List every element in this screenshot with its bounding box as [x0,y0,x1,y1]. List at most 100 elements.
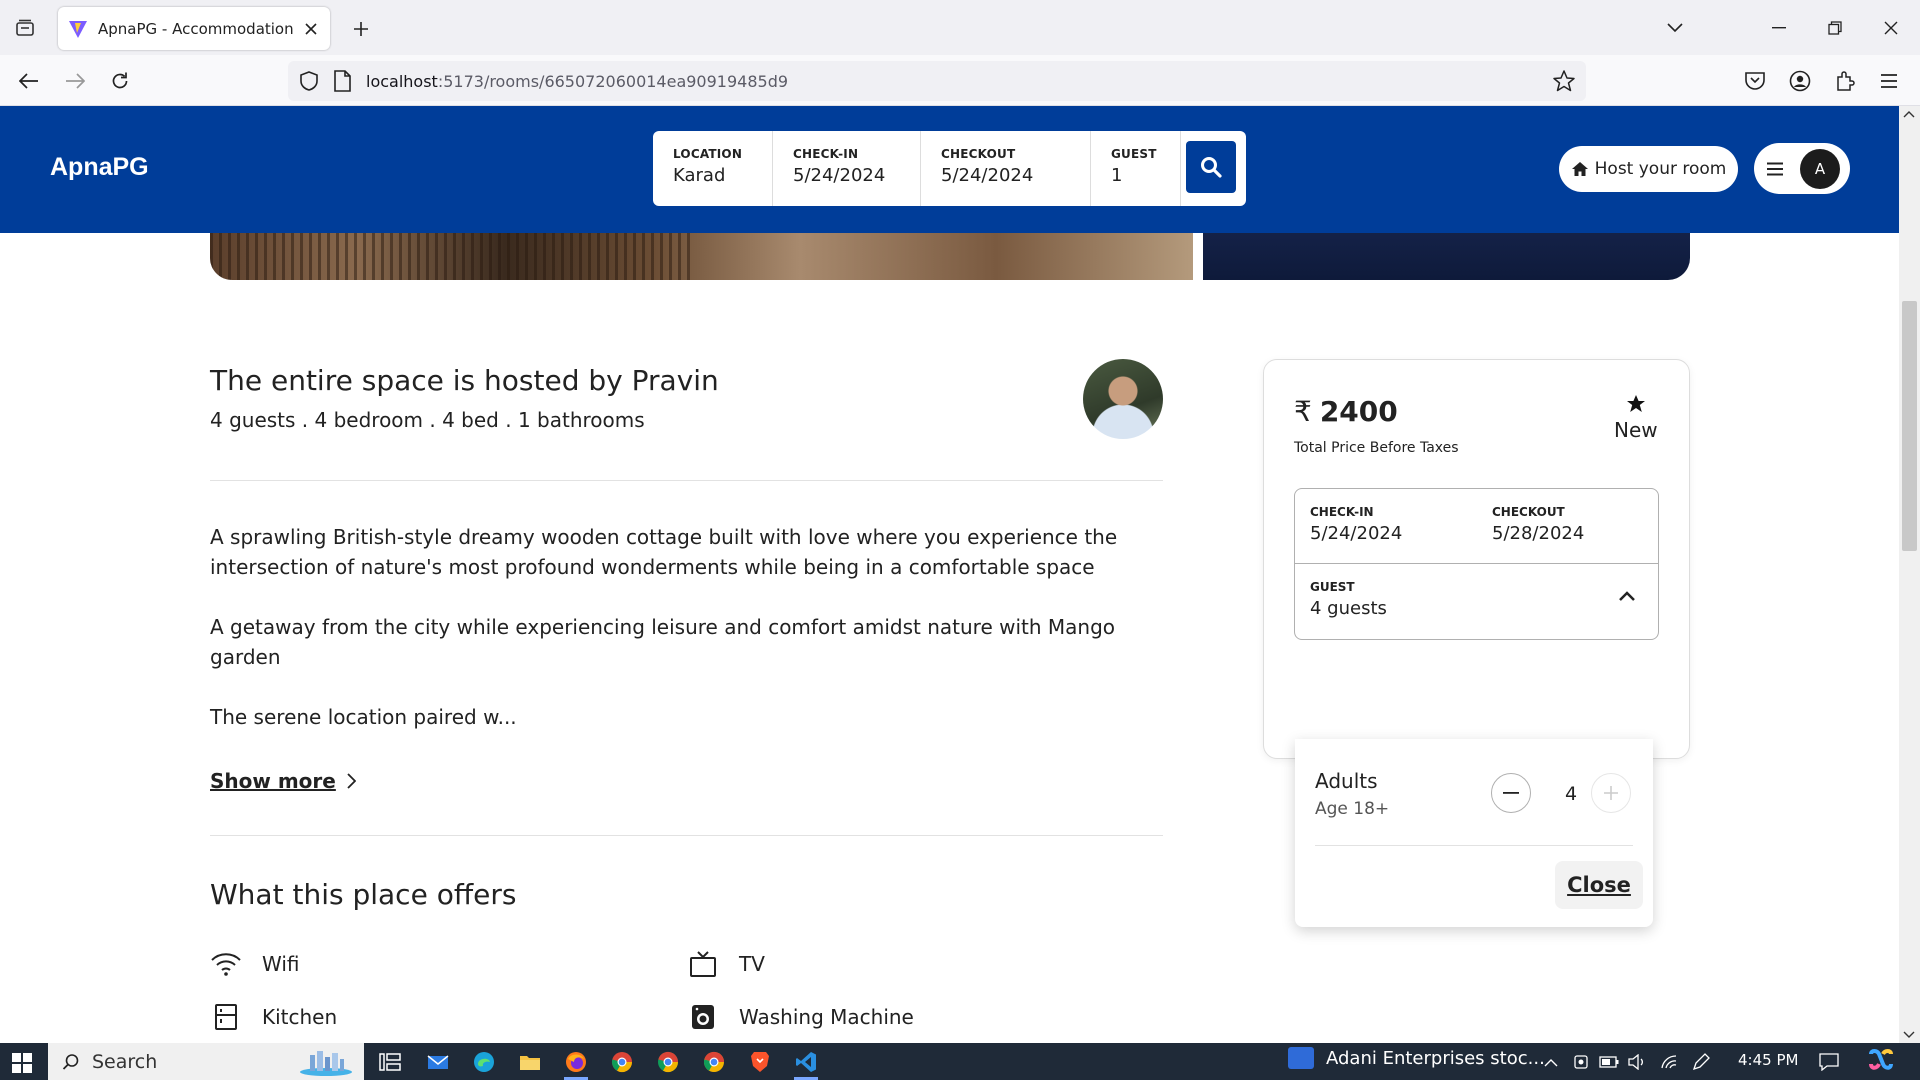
url-text[interactable]: localhost:5173/rooms/665072060014ea90919… [366,72,788,91]
amenity-label: Wifi [262,952,300,976]
guest-value: 1 [1111,165,1123,186]
search-checkout-field[interactable]: CHECKOUT 5/24/2024 [921,131,1091,206]
show-more-link[interactable]: Show more [210,769,356,793]
windows-start-icon[interactable] [8,1049,36,1077]
guest-value: 4 guests [1310,598,1387,619]
scroll-down-icon[interactable] [1903,1031,1915,1039]
url-host: localhost [366,71,438,91]
tab-close-icon[interactable] [302,20,320,38]
bookmark-star-icon[interactable] [1552,69,1576,93]
close-button[interactable]: Close [1555,861,1643,909]
browser-tab[interactable]: ApnaPG - Accommodation Solutions [58,7,330,50]
copilot-icon[interactable] [1866,1048,1896,1074]
booking-checkin[interactable]: CHECK-IN 5/24/2024 [1310,505,1402,544]
notifications-icon[interactable] [1818,1052,1840,1072]
back-icon[interactable] [12,64,46,98]
chevron-up-icon[interactable] [1618,590,1636,602]
checkout-label: CHECKOUT [941,147,1016,161]
rupee-icon: ₹ [1294,395,1312,428]
chrome-profile-icon[interactable] [648,1046,688,1078]
page-scrollbar[interactable] [1899,106,1920,1043]
amenity-washing-machine: Washing Machine [687,1001,914,1033]
news-widget[interactable]: Adani Enterprises stoc... [1288,1047,1545,1069]
amenity-label: Washing Machine [739,1005,914,1029]
page-icon[interactable] [332,70,352,92]
reload-icon[interactable] [103,64,137,98]
taskbar-search-box[interactable]: Search [48,1043,364,1080]
edge-icon[interactable] [464,1046,504,1078]
description-paragraph: A sprawling British-style dreamy wooden … [210,525,1118,579]
camera-icon[interactable] [1570,1052,1592,1072]
chevron-right-icon [347,773,356,789]
location-value: Karad [673,165,726,186]
address-bar[interactable]: localhost:5173/rooms/665072060014ea90919… [288,61,1586,101]
increment-button[interactable] [1591,773,1631,813]
pocket-icon[interactable] [1740,66,1770,96]
site-logo[interactable]: ApnaPG [50,153,149,182]
forward-icon[interactable] [58,64,92,98]
news-headline: Adani Enterprises stoc... [1326,1047,1545,1069]
search-button[interactable] [1186,141,1236,193]
window-close-icon[interactable] [1863,0,1919,55]
adults-title: Adults [1315,769,1378,793]
adults-count: 4 [1564,783,1578,805]
volume-icon[interactable] [1626,1052,1648,1072]
divider [210,835,1163,836]
chrome-icon[interactable] [602,1046,642,1078]
price-subtitle: Total Price Before Taxes [1294,440,1459,456]
search-guest-field[interactable]: GUEST 1 [1091,131,1181,206]
mail-icon[interactable] [418,1046,458,1078]
tab-overflow-chevron-icon[interactable] [1660,14,1690,42]
guest-dropdown: Adults Age 18+ 4 Close [1295,739,1653,927]
checkin-label: CHECK-IN [1310,505,1374,519]
extensions-icon[interactable] [1830,66,1860,96]
scrollbar-thumb[interactable] [1902,301,1917,551]
tracking-shield-icon[interactable] [298,70,320,92]
show-more-label: Show more [210,769,336,793]
app-menu-icon[interactable] [1874,66,1904,96]
scroll-up-icon[interactable] [1903,110,1915,118]
minus-icon [1503,792,1519,794]
rating-badge: New [1614,394,1658,442]
new-tab-icon[interactable] [346,14,376,44]
checkin-value: 5/24/2024 [1310,523,1403,544]
chrome-secondary-icon[interactable] [694,1046,734,1078]
hamburger-icon [1767,162,1783,175]
tray-overflow-chevron-icon[interactable] [1540,1052,1562,1072]
pen-icon[interactable] [1690,1052,1712,1072]
brave-icon[interactable] [740,1046,780,1078]
search-bar[interactable]: LOCATION Karad CHECK-IN 5/24/2024 CHECKO… [653,131,1246,206]
plus-icon [1604,786,1618,800]
host-your-room-button[interactable]: Host your room [1559,146,1738,192]
firefox-icon[interactable] [556,1046,596,1080]
browser-tab-bar: ApnaPG - Accommodation Solutions [0,0,1920,55]
vscode-icon[interactable] [786,1046,826,1080]
price-value: 2400 [1319,395,1398,428]
search-location-field[interactable]: LOCATION Karad [653,131,773,206]
file-explorer-icon[interactable] [510,1046,550,1078]
restore-icon[interactable] [1807,0,1863,55]
battery-icon[interactable] [1598,1052,1620,1072]
checkout-value: 5/24/2024 [941,165,1034,186]
booking-card: ₹ 2400 Total Price Before Taxes New CHEC… [1263,359,1690,759]
booking-checkout[interactable]: CHECKOUT 5/28/2024 [1492,505,1584,544]
booking-guest-select[interactable]: GUEST 4 guests [1295,564,1658,640]
location-label: LOCATION [673,147,743,161]
search-checkin-field[interactable]: CHECK-IN 5/24/2024 [773,131,921,206]
taskbar-clock[interactable]: 4:45 PM [1738,1051,1798,1069]
decrement-button[interactable] [1491,773,1531,813]
room-summary: 4 guests . 4 bedroom . 4 bed . 1 bathroo… [210,408,645,432]
booking-dates-box: CHECK-IN 5/24/2024 CHECKOUT 5/28/2024 GU… [1294,488,1659,640]
browser-nav-bar: localhost:5173/rooms/665072060014ea90919… [0,55,1920,106]
minimize-icon[interactable] [1751,0,1807,55]
wifi-tray-icon[interactable] [1658,1052,1680,1072]
host-avatar[interactable] [1083,359,1163,439]
tab-list-icon[interactable] [10,14,40,42]
account-icon[interactable] [1785,66,1815,96]
description-paragraph: A getaway from the city while experienci… [210,615,1116,669]
checkin-label: CHECK-IN [793,147,859,161]
task-view-icon[interactable] [370,1046,410,1078]
washing-machine-icon [687,1001,719,1033]
price: ₹ 2400 [1294,395,1398,428]
user-menu-button[interactable]: A [1754,143,1850,194]
